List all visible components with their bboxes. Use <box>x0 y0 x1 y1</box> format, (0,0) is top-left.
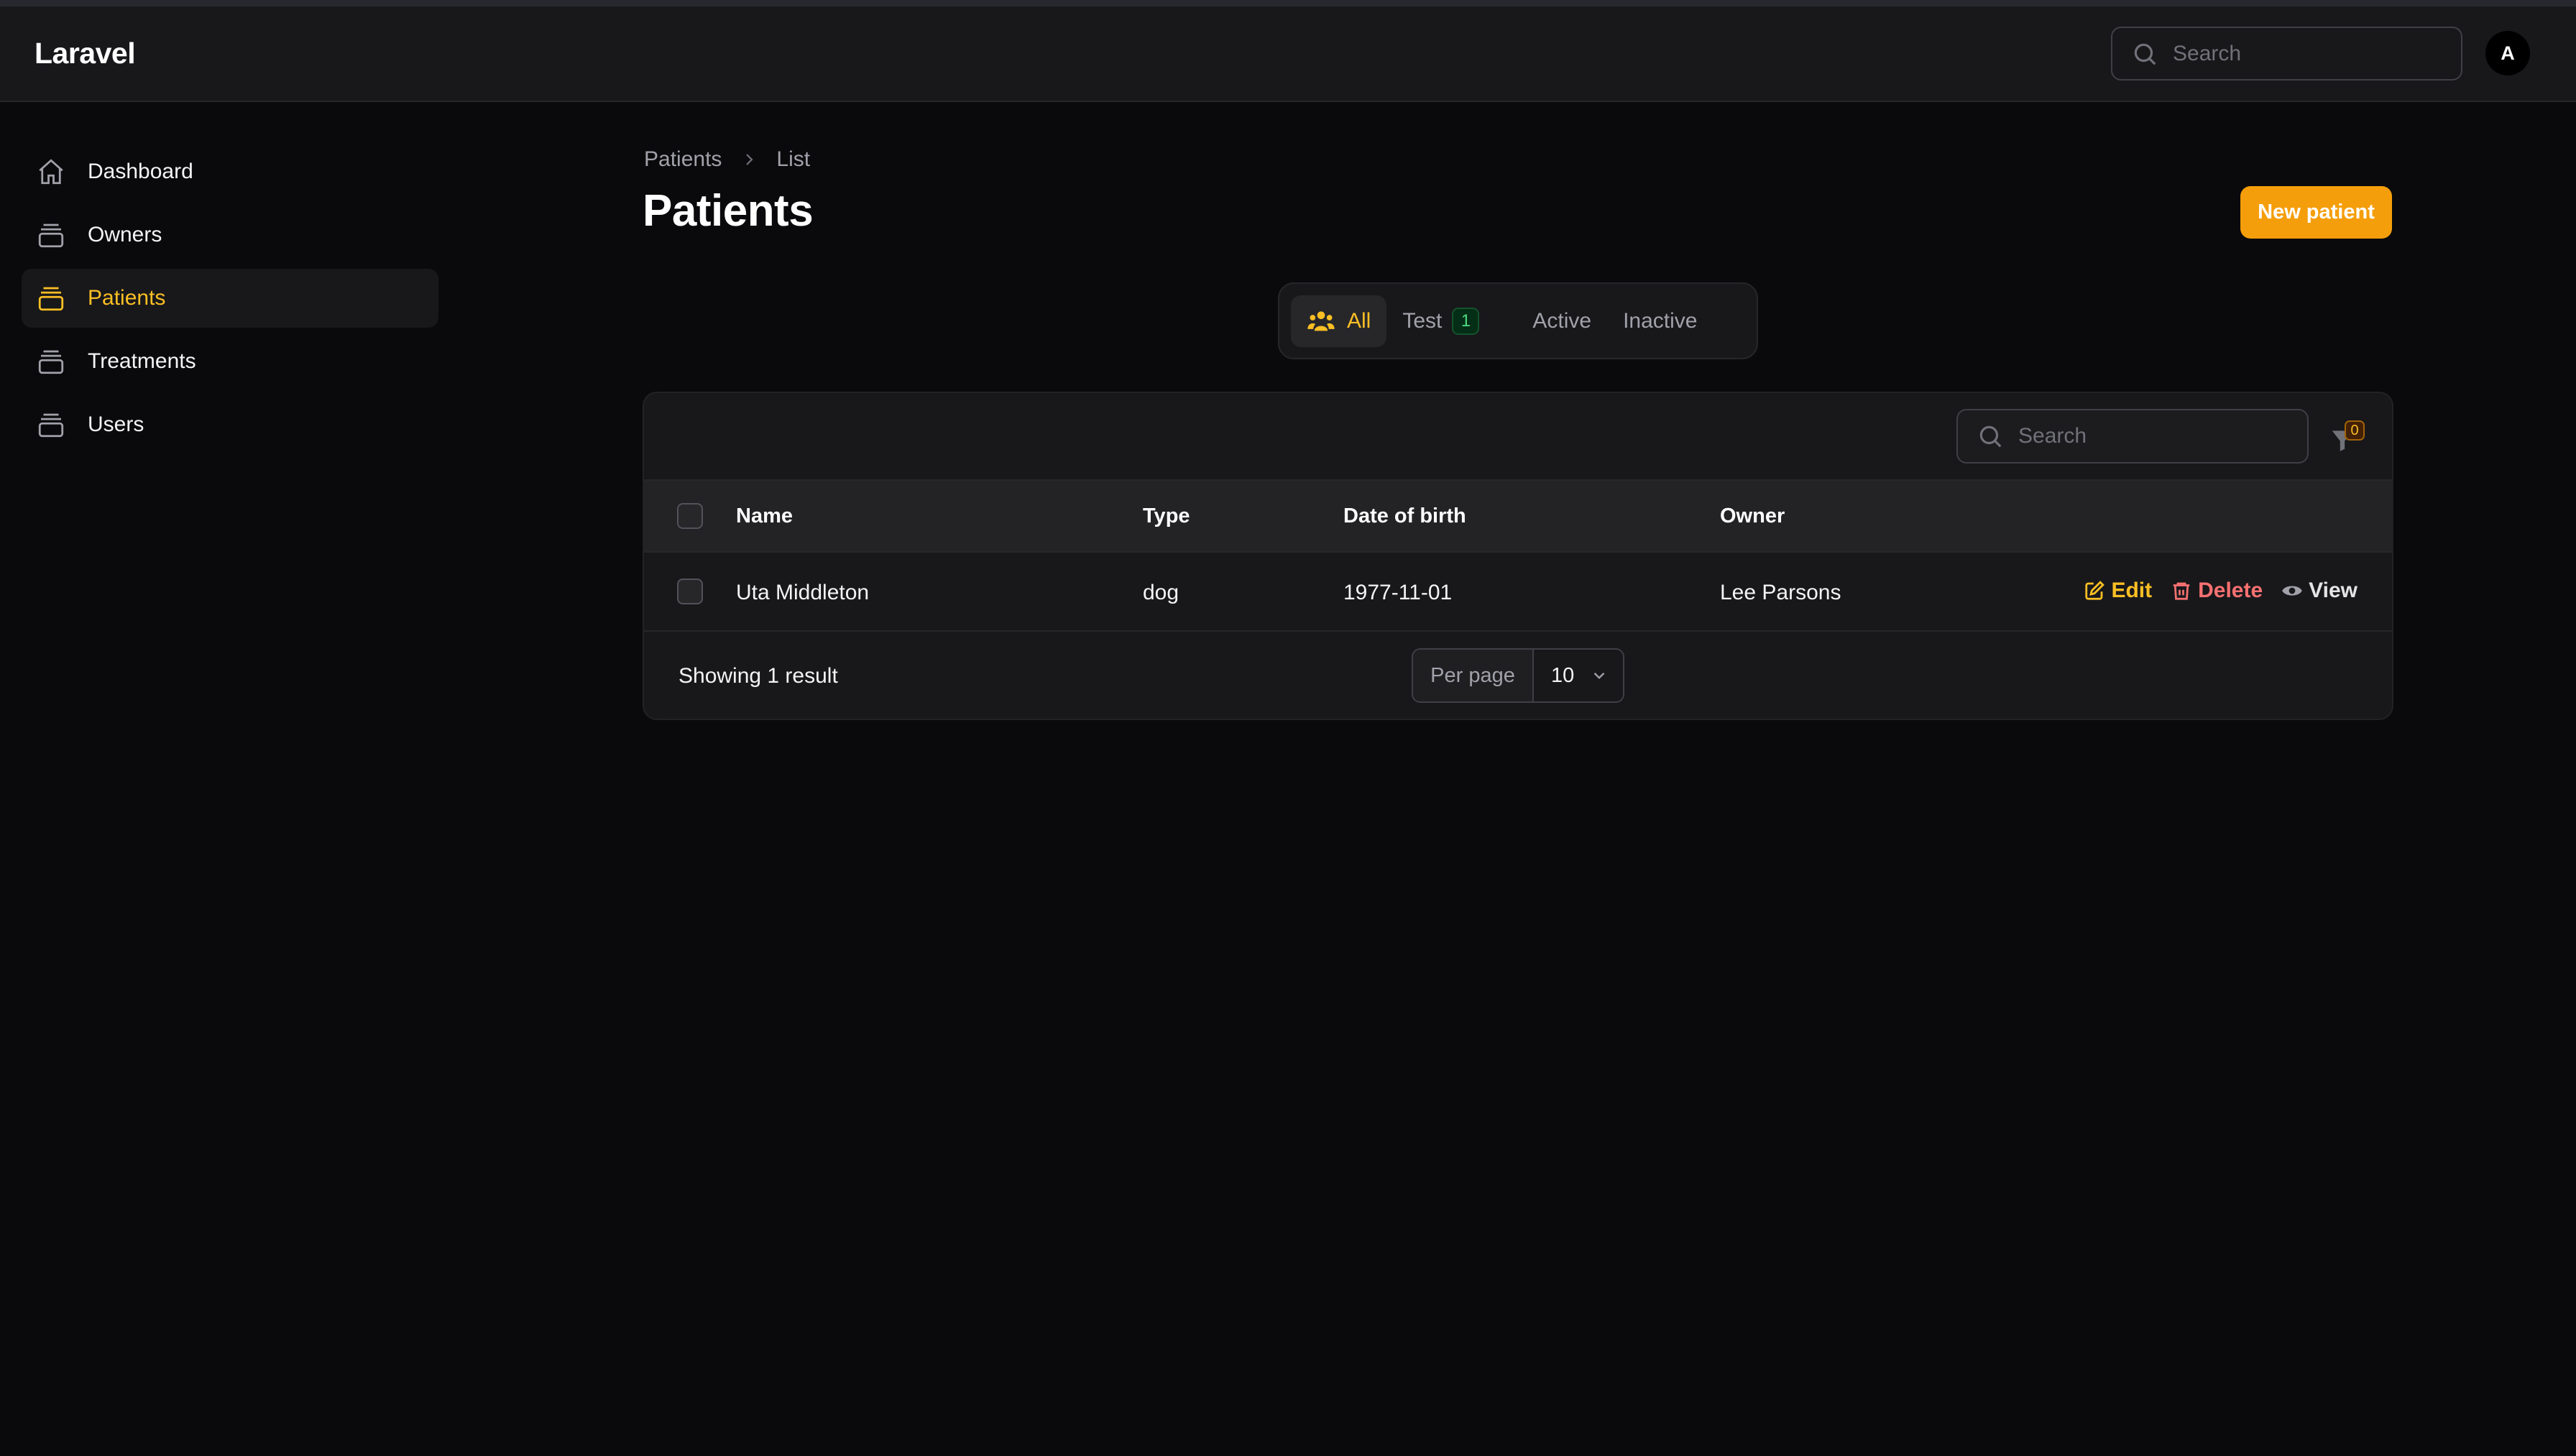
filter-count-badge: 0 <box>2345 420 2365 441</box>
brand-logo[interactable]: Laravel <box>34 37 136 70</box>
breadcrumb-parent-link[interactable]: Patients <box>644 147 722 172</box>
chevron-down-icon <box>1593 672 1605 679</box>
cell-date-of-birth: 1977-11-01 <box>1343 581 1453 604</box>
top-bar: Laravel A <box>0 6 2576 102</box>
sidebar-item-label: Patients <box>88 286 166 310</box>
patients-table: 0 Name Type Date of birth Owner Uta Midd… <box>643 392 2393 720</box>
table-search-input[interactable] <box>2018 424 2291 448</box>
delete-action[interactable]: Delete <box>2171 579 2263 603</box>
edit-action[interactable]: Edit <box>2084 579 2152 603</box>
view-action[interactable]: View <box>2281 579 2358 603</box>
sidebar-item-owners[interactable]: Owners <box>22 206 438 264</box>
tab-test[interactable]: Test 1 <box>1386 295 1495 347</box>
sidebar-item-label: Users <box>88 413 144 436</box>
column-header-name[interactable]: Name <box>736 504 793 528</box>
sidebar-item-patients[interactable]: Patients <box>22 269 438 328</box>
per-page-select[interactable]: Per page 10 <box>1412 648 1624 703</box>
chevron-right-icon <box>740 151 758 168</box>
cell-owner: Lee Parsons <box>1720 581 1841 604</box>
breadcrumb-current: List <box>776 147 811 171</box>
tab-label: Active <box>1532 308 1592 333</box>
home-icon <box>36 157 66 187</box>
new-patient-button[interactable]: New patient <box>2240 186 2392 239</box>
edit-label: Edit <box>2111 579 2153 602</box>
trash-icon <box>2173 582 2190 600</box>
sidebar-item-label: Dashboard <box>88 160 193 183</box>
user-avatar[interactable]: A <box>2485 31 2530 75</box>
breadcrumb: Patients List <box>644 147 810 172</box>
collection-icon <box>36 346 66 377</box>
global-search-input[interactable] <box>2173 41 2446 66</box>
eye-icon <box>2282 586 2302 596</box>
delete-label: Delete <box>2198 579 2263 602</box>
filter-tabs: All Test 1 Active Inactive <box>1278 282 1758 359</box>
sidebar-item-users[interactable]: Users <box>22 395 438 454</box>
sidebar: Dashboard Owners Patients Treatments Use… <box>22 142 438 459</box>
results-count: Showing 1 result <box>678 664 838 688</box>
collection-icon <box>36 410 66 440</box>
page-title: Patients <box>643 186 814 236</box>
row-actions: Edit Delete View <box>2065 579 2358 603</box>
select-all-checkbox[interactable] <box>677 503 703 529</box>
column-header-date-of-birth[interactable]: Date of birth <box>1343 504 1466 528</box>
table-search[interactable] <box>1956 409 2309 464</box>
per-page-selected: 10 <box>1551 663 1575 687</box>
table-header: Name Type Date of birth Owner <box>644 481 2392 553</box>
table-row[interactable]: Uta Middleton dog 1977-11-01 Lee Parsons… <box>644 553 2392 632</box>
sidebar-item-label: Treatments <box>88 349 196 373</box>
column-header-type[interactable]: Type <box>1143 504 1190 528</box>
search-icon <box>1979 425 2002 448</box>
collection-icon <box>36 220 66 250</box>
table-footer: Showing 1 result Per page 10 <box>644 632 2392 719</box>
sidebar-item-dashboard[interactable]: Dashboard <box>22 142 438 201</box>
window-top-strip <box>0 0 2576 6</box>
view-label: View <box>2309 579 2358 602</box>
tab-all[interactable]: All <box>1291 295 1387 347</box>
sidebar-item-label: Owners <box>88 223 162 246</box>
count-badge: 1 <box>1452 307 1480 335</box>
row-checkbox[interactable] <box>677 579 703 604</box>
tab-active[interactable]: Active <box>1517 295 1607 347</box>
cell-name: Uta Middleton <box>736 581 870 604</box>
edit-icon <box>2085 581 2105 600</box>
cell-type: dog <box>1143 581 1179 604</box>
tab-label: All <box>1347 308 1371 333</box>
users-icon <box>1307 310 1335 331</box>
column-header-owner[interactable]: Owner <box>1720 504 1785 528</box>
global-search[interactable] <box>2111 27 2462 80</box>
tab-inactive[interactable]: Inactive <box>1607 295 1713 347</box>
table-toolbar: 0 <box>644 393 2392 481</box>
tab-label: Inactive <box>1623 308 1698 333</box>
tab-label: Test <box>1402 308 1443 333</box>
per-page-value[interactable]: 10 <box>1534 650 1623 701</box>
search-icon <box>2134 43 2156 65</box>
filter-button[interactable]: 0 <box>2329 419 2369 459</box>
per-page-label: Per page <box>1413 650 1534 701</box>
sidebar-item-treatments[interactable]: Treatments <box>22 332 438 391</box>
collection-icon <box>36 283 66 313</box>
